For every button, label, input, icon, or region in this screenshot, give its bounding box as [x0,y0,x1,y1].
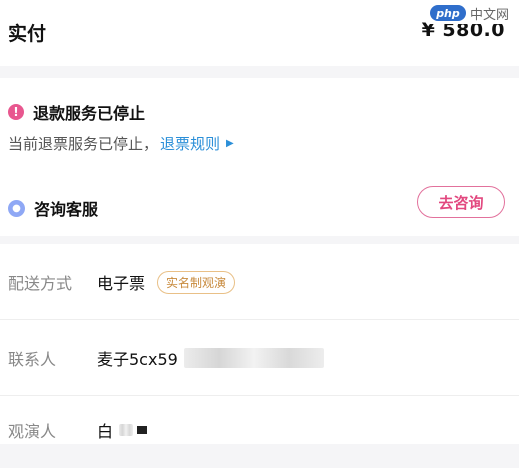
refund-section: ! 退款服务已停止 当前退票服务已停止， 退票规则 ▶ ● 咨询客服 去咨询 [0,78,519,236]
customer-service: ● 咨询客服 [8,196,98,220]
contact-name: 麦子5cx59 [97,350,178,369]
customer-service-label: 咨询客服 [34,200,99,219]
contact-row: 联系人 麦子5cx59 [0,320,519,396]
delivery-label: 配送方式 [8,274,73,293]
audience-row: 观演人 白 [0,392,519,468]
redacted-phone [183,348,324,368]
redacted-mark [137,426,148,434]
watermark-text: 中文网 [469,7,509,23]
real-name-tag: 实名制观演 [157,270,236,294]
redacted-name [119,424,134,436]
delivery-row: 配送方式 电子票 实名制观演 [0,244,519,320]
payment-summary: 实付 ¥ 580.0 php 中文网 [0,0,519,66]
watermark: php 中文网 [427,2,511,24]
contact-label: 联系人 [8,350,57,369]
consult-button[interactable]: 去咨询 [417,186,505,218]
audience-value: 白 [97,418,148,442]
triangle-right-icon: ▶ [226,138,234,149]
refund-status-text: 退款服务已停止 [33,104,146,123]
contact-value: 麦子5cx59 [97,346,324,370]
alert-icon: ! [8,104,24,120]
audience-name: 白 [97,422,114,441]
order-info: 配送方式 电子票 实名制观演 联系人 麦子5cx59 观演人 白 [0,244,519,444]
audience-label: 观演人 [8,422,57,441]
chat-icon: ● [8,199,25,217]
refund-rules-link[interactable]: 退票规则 [160,133,220,154]
delivery-method: 电子票 [97,274,146,293]
refund-description: 当前退票服务已停止， 退票规则 ▶ [8,133,234,154]
php-logo: php [429,5,466,21]
paid-label: 实付 [8,23,47,45]
refund-status: ! 退款服务已停止 [8,100,145,124]
delivery-value: 电子票 实名制观演 [97,270,236,294]
refund-description-text: 当前退票服务已停止， [8,135,159,153]
